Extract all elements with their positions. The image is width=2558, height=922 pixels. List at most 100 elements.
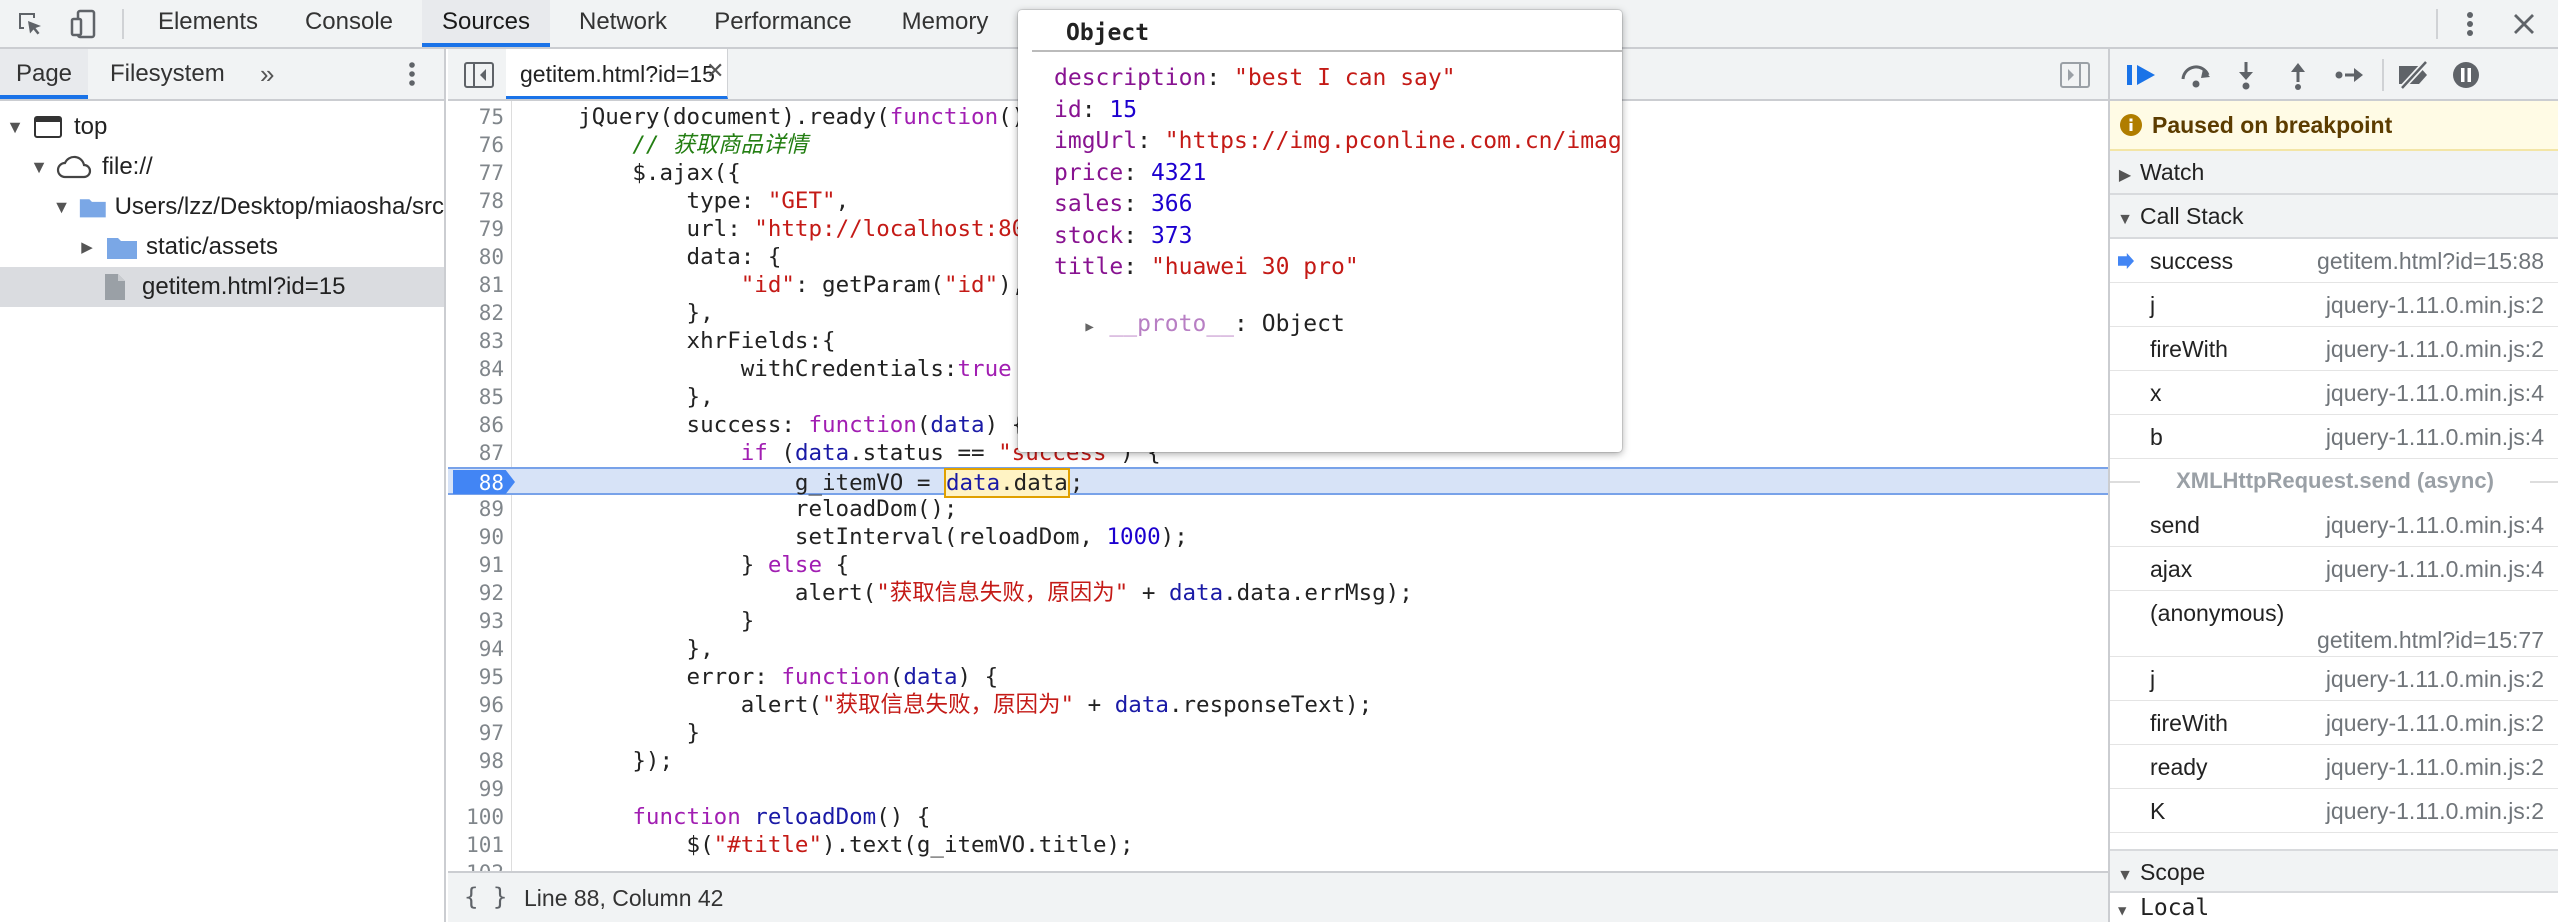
tab-elements[interactable]: Elements [140,0,276,47]
code-line[interactable]: 99 [448,775,2108,803]
expand-down-icon[interactable]: ▼ [2110,199,2140,241]
code-line[interactable]: 94 }, [448,635,2108,663]
close-tab-icon[interactable]: ✕ [706,58,724,84]
line-number[interactable]: 81 [448,271,504,299]
tree-item-getitem-html[interactable]: getitem.html?id=15 [0,267,444,307]
line-number[interactable]: 80 [448,243,504,271]
deactivate-breakpoints-icon[interactable] [2396,59,2432,91]
code-line[interactable]: 101 $("#title").text(g_itemVO.title); [448,831,2108,859]
code-line[interactable]: 98 }); [448,747,2108,775]
tab-filesystem[interactable]: Filesystem [110,49,225,99]
line-number[interactable]: 98 [448,747,504,775]
expand-right-icon[interactable]: ▶ [1085,311,1109,343]
line-number[interactable]: 97 [448,719,504,747]
line-number[interactable]: 79 [448,215,504,243]
code-line[interactable]: 92 alert("获取信息失败，原因为" + data.data.errMsg… [448,579,2108,607]
code-line[interactable]: 97 } [448,719,2108,747]
step-icon[interactable] [2332,59,2368,91]
call-frame[interactable]: ready jquery-1.11.0.min.js:2 [2110,745,2558,789]
toggle-navigator-icon[interactable] [464,62,494,93]
frame-location[interactable]: getitem.html?id=15:77 [2317,627,2544,654]
line-number[interactable]: 96 [448,691,504,719]
call-frame[interactable]: j jquery-1.11.0.min.js:2 [2110,283,2558,327]
line-number[interactable]: 76 [448,131,504,159]
code-line[interactable]: 90 setInterval(reloadDom, 1000); [448,523,2108,551]
section-watch[interactable]: ▶ Watch [2110,151,2558,195]
toggle-debugger-icon[interactable] [2060,62,2090,93]
line-number[interactable]: 87 [448,439,504,467]
line-number[interactable]: 91 [448,551,504,579]
pause-on-exceptions-icon[interactable] [2448,59,2484,91]
code-line[interactable]: 93 } [448,607,2108,635]
line-number[interactable]: 84 [448,355,504,383]
line-number[interactable]: 77 [448,159,504,187]
tab-sources[interactable]: Sources [422,0,550,47]
object-property[interactable]: id: 15 [1054,94,1137,126]
call-frame[interactable]: fireWith jquery-1.11.0.min.js:2 [2110,701,2558,745]
expand-down-icon[interactable]: ▼ [52,197,71,218]
line-number[interactable]: 75 [448,103,504,131]
line-number[interactable]: 94 [448,635,504,663]
line-number[interactable]: 92 [448,579,504,607]
line-number[interactable]: 93 [448,607,504,635]
editor-tab-getitem[interactable]: getitem.html?id=15 ✕ [506,49,728,99]
expand-down-icon[interactable]: ▼ [4,117,26,138]
line-number[interactable]: 83 [448,327,504,355]
device-toolbar-icon[interactable] [68,9,100,39]
more-options-icon[interactable] [2454,9,2486,39]
tree-item-top[interactable]: ▼ top [0,107,444,147]
code-line[interactable]: 102 [448,859,2108,871]
frame-location[interactable]: jquery-1.11.0.min.js:2 [2326,710,2544,737]
expand-down-icon[interactable]: ▼ [2110,855,2140,897]
close-devtools-icon[interactable] [2508,9,2540,39]
call-frame[interactable]: fireWith jquery-1.11.0.min.js:2 [2110,327,2558,371]
tab-memory[interactable]: Memory [880,0,1010,47]
code-line[interactable]: 89 reloadDom(); [448,495,2108,523]
navigator-menu-icon[interactable] [408,49,420,99]
object-property[interactable]: stock: 373 [1054,220,1193,252]
object-property[interactable]: imgUrl: "https://img.pconline.com.cn/ima… [1054,125,1622,157]
step-into-icon[interactable] [2228,59,2264,91]
code-line[interactable]: 96 alert("获取信息失败，原因为" + data.responseTex… [448,691,2108,719]
line-number[interactable]: 101 [448,831,504,859]
line-number[interactable]: 90 [448,523,504,551]
tree-item-folder-static[interactable]: ▶ static/assets [0,227,444,267]
tab-performance[interactable]: Performance [696,0,870,47]
call-frame[interactable]: b jquery-1.11.0.min.js:4 [2110,415,2558,459]
section-call-stack[interactable]: ▼ Call Stack [2110,195,2558,239]
code-line-current[interactable]: 88 g_itemVO = data.data; [448,467,2108,498]
object-property[interactable]: description: "best I can say" [1054,62,1456,94]
frame-location[interactable]: getitem.html?id=15:88 [2317,248,2544,275]
frame-location[interactable]: jquery-1.11.0.min.js:2 [2326,798,2544,825]
call-frame[interactable]: success getitem.html?id=15:88 [2110,239,2558,283]
expand-down-icon[interactable]: ▼ [28,157,50,178]
object-property[interactable]: price: 4321 [1054,157,1206,189]
call-frame[interactable]: send jquery-1.11.0.min.js:4 [2110,503,2558,547]
tree-item-folder-src[interactable]: ▼ Users/lzz/Desktop/miaosha/src [0,187,444,227]
object-preview-popover[interactable]: Object description: "best I can say" id: … [1018,10,1622,452]
expand-right-icon[interactable]: ▶ [2110,155,2140,197]
frame-location[interactable]: jquery-1.11.0.min.js:4 [2326,380,2544,407]
code-line[interactable]: 91 } else { [448,551,2108,579]
expand-down-icon[interactable]: ▼ [2118,903,2140,919]
scope-local[interactable]: ▼ Local [2110,895,2558,922]
line-number[interactable]: 88 [448,469,504,497]
call-frame[interactable]: (anonymous) getitem.html?id=15:77 [2110,591,2558,657]
line-number[interactable]: 86 [448,411,504,439]
call-frame[interactable]: x jquery-1.11.0.min.js:4 [2110,371,2558,415]
proto-row[interactable]: ▶ __proto__: Object [1030,276,1344,337]
tab-console[interactable]: Console [286,0,412,47]
line-number[interactable]: 99 [448,775,504,803]
step-over-icon[interactable] [2178,59,2214,91]
line-number[interactable]: 102 [448,859,504,871]
frame-location[interactable]: jquery-1.11.0.min.js:2 [2326,336,2544,363]
line-number[interactable]: 95 [448,663,504,691]
section-scope[interactable]: ▼ Scope [2110,849,2558,893]
line-number[interactable]: 89 [448,495,504,523]
frame-location[interactable]: jquery-1.11.0.min.js:2 [2326,666,2544,693]
frame-location[interactable]: jquery-1.11.0.min.js:2 [2326,292,2544,319]
pretty-print-button[interactable]: { } [464,883,507,911]
tree-item-file-origin[interactable]: ▼ file:// [0,147,444,187]
line-number[interactable]: 82 [448,299,504,327]
call-frame[interactable]: Kjquery-1.11.0.min.js:2 [2110,789,2558,833]
